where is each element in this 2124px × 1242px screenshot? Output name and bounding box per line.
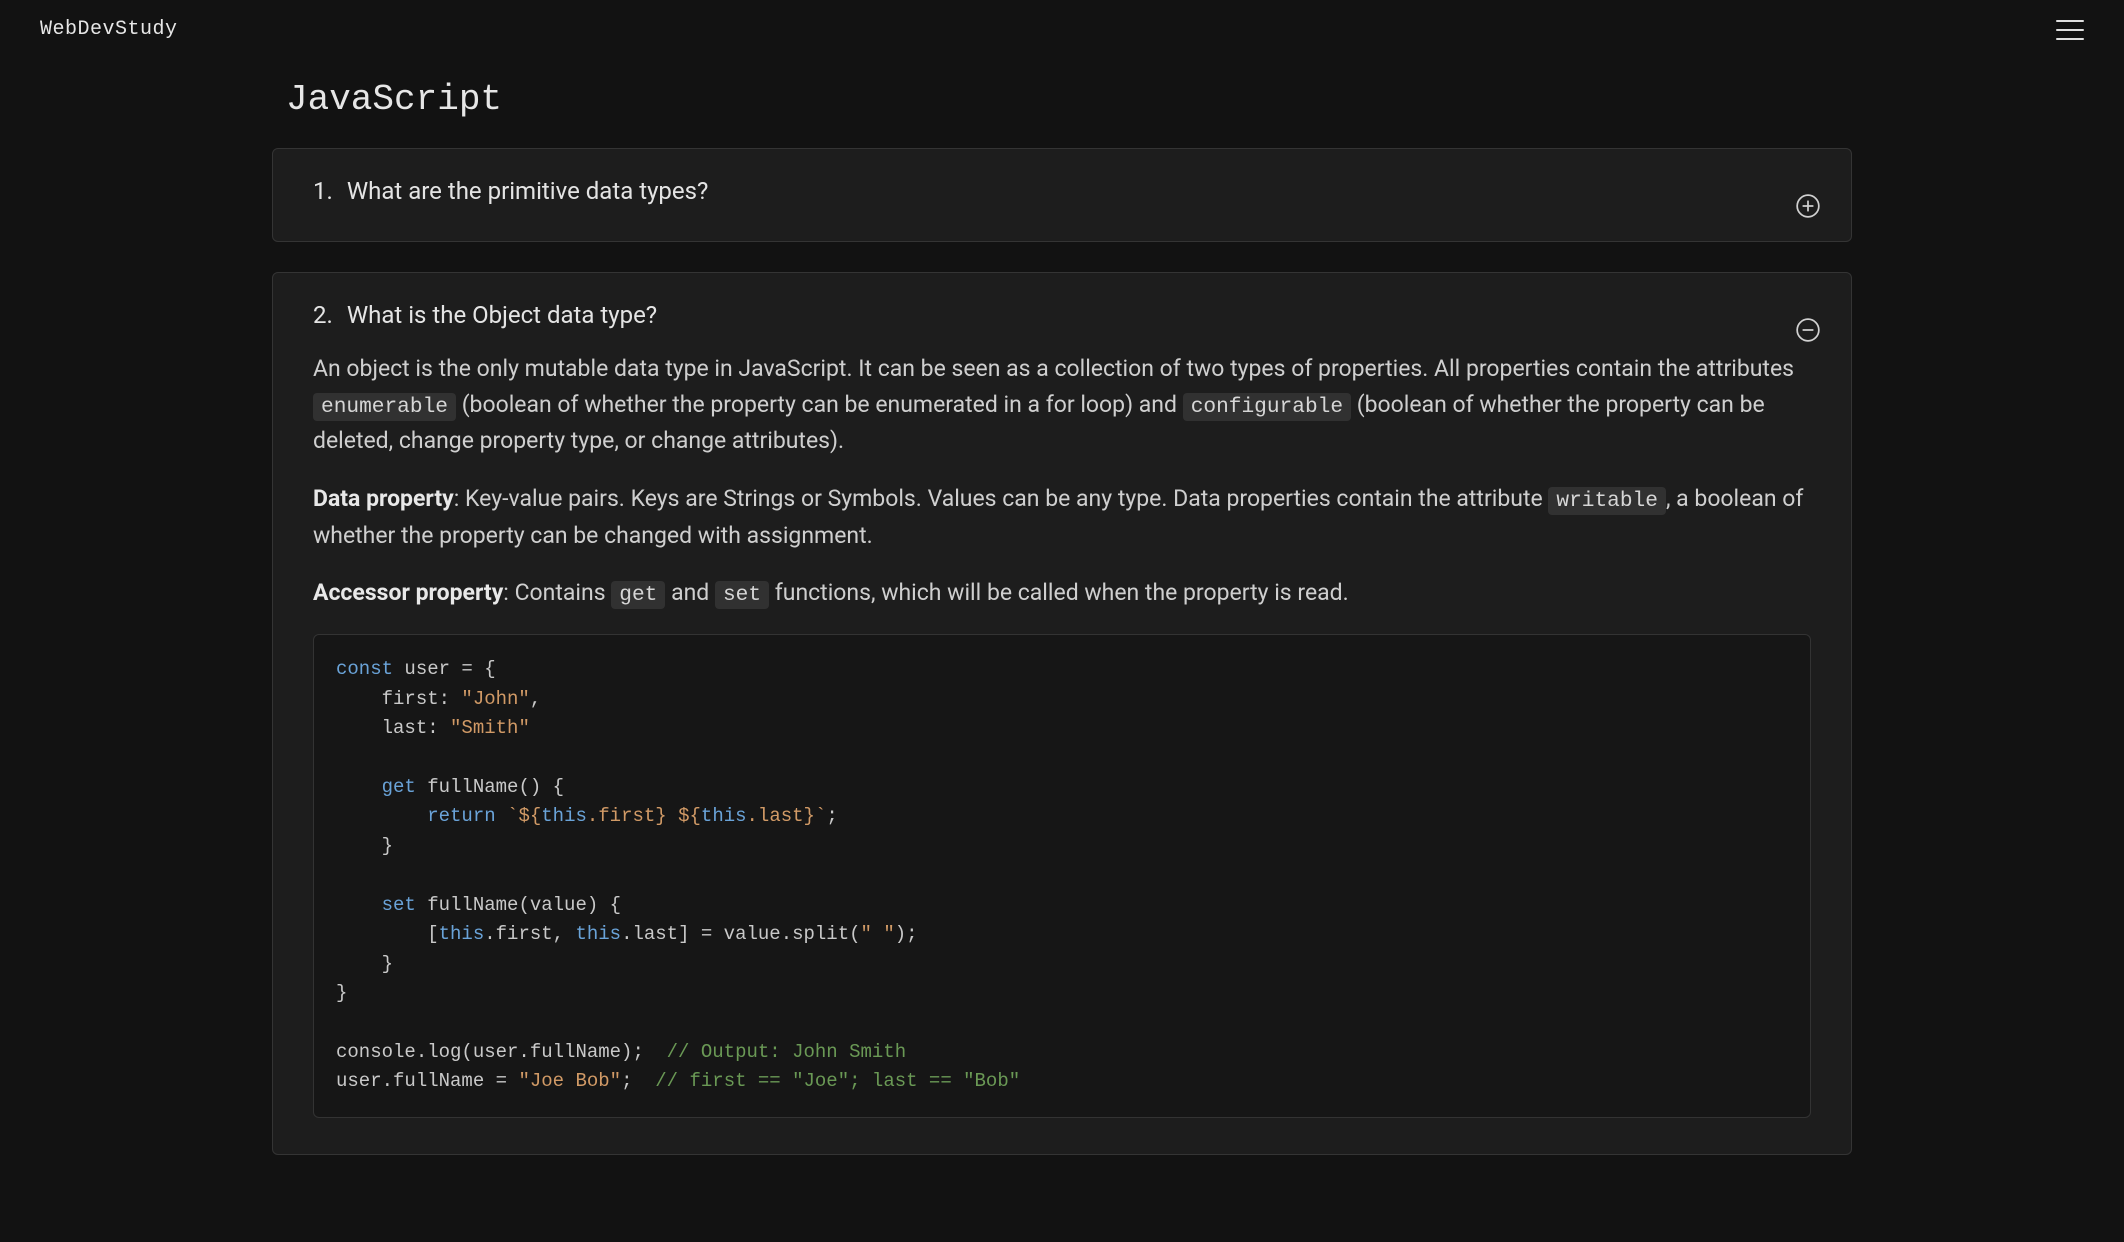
answer-paragraph: Data property: Key-value pairs. Keys are… — [313, 481, 1811, 553]
text-run: and — [665, 579, 715, 606]
question-number: 1. — [313, 177, 333, 205]
question-number: 2. — [313, 301, 333, 329]
term: Data property — [313, 485, 454, 512]
code-block: const user = { first: "John", last: "Smi… — [313, 634, 1811, 1118]
text-run: : Key-value pairs. Keys are Strings or S… — [454, 485, 1549, 512]
page-title: JavaScript — [286, 79, 1852, 120]
text-run: functions, which will be called when the… — [769, 579, 1349, 606]
term: Accessor property — [313, 579, 503, 606]
answer-paragraph: Accessor property: Contains get and set … — [313, 575, 1811, 612]
question-card: 1. What are the primitive data types? — [272, 148, 1852, 242]
collapse-icon[interactable] — [1795, 317, 1821, 343]
question-text: What is the Object data type? — [347, 301, 657, 329]
question-card: 2. What is the Object data type? An obje… — [272, 272, 1852, 1155]
site-brand[interactable]: WebDevStudy — [40, 18, 178, 41]
answer-body: An object is the only mutable data type … — [313, 351, 1811, 1118]
expand-icon[interactable] — [1795, 193, 1821, 219]
menu-icon[interactable] — [2056, 20, 2084, 40]
text-run: An object is the only mutable data type … — [313, 355, 1794, 382]
question-title[interactable]: 1. What are the primitive data types? — [313, 177, 708, 205]
question-text: What are the primitive data types? — [347, 177, 709, 205]
text-run: : Contains — [503, 579, 611, 606]
inline-code: enumerable — [313, 393, 456, 421]
inline-code: set — [715, 581, 769, 609]
inline-code: configurable — [1183, 393, 1351, 421]
text-run: (boolean of whether the property can be … — [462, 391, 1183, 418]
inline-code: get — [611, 581, 665, 609]
answer-paragraph: An object is the only mutable data type … — [313, 351, 1811, 459]
inline-code: writable — [1548, 487, 1666, 515]
question-title[interactable]: 2. What is the Object data type? — [313, 301, 657, 329]
